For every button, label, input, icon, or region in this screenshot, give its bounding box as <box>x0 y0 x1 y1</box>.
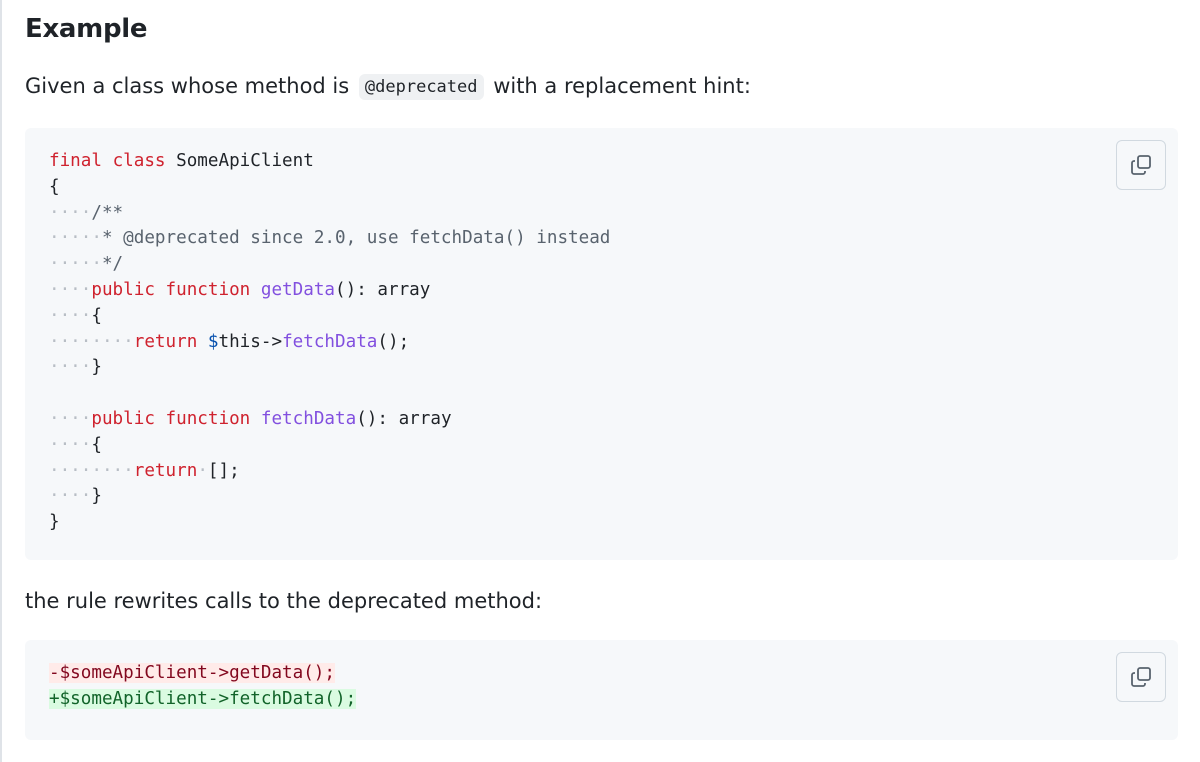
code-token: { <box>49 176 60 197</box>
intro-paragraph: Given a class whose method is @deprecate… <box>25 74 751 100</box>
code-line: ····public function getData(): array <box>49 278 610 304</box>
code-line: ····} <box>49 355 610 381</box>
code-token: +$someApiClient->fetchData(); <box>49 688 357 709</box>
code-line: ····/** <box>49 201 610 227</box>
code-token: (): array <box>356 408 452 429</box>
copy-code-button[interactable] <box>1116 140 1166 190</box>
code-token: ···· <box>49 486 92 507</box>
code-line: +$someApiClient->fetchData(); <box>49 687 357 713</box>
code-token: { <box>91 305 102 326</box>
diff-code-block: -$someApiClient->getData(); +$someApiClie… <box>25 640 1178 740</box>
code-token: fetchData <box>260 408 357 429</box>
code-line: { <box>49 175 610 201</box>
code-token: * @deprecated since 2.0, use fetchData()… <box>101 228 611 249</box>
code-token: []; <box>207 460 240 481</box>
code-line: ····} <box>49 484 610 510</box>
code-token: (): array <box>335 279 431 300</box>
code-line: ····{ <box>49 433 610 459</box>
code-token: ···· <box>49 434 92 455</box>
intro-text-after: with a replacement hint: <box>493 74 751 98</box>
code-token: class <box>112 151 166 171</box>
code-token: public <box>91 279 155 300</box>
class-code[interactable]: final class SomeApiClient{····/** ·····* … <box>49 149 610 536</box>
code-token: ········ <box>49 460 134 481</box>
copy-icon <box>1131 155 1151 175</box>
code-token: return <box>133 331 198 352</box>
code-line: ·····* @deprecated since 2.0, use fetchD… <box>49 226 610 252</box>
code-token: */ <box>101 254 124 275</box>
code-token: final <box>49 151 102 171</box>
code-token: } <box>91 357 102 378</box>
code-token: function <box>165 408 251 429</box>
code-token: return <box>133 460 198 481</box>
code-token: { <box>91 434 102 455</box>
code-token: SomeApiClient <box>165 151 314 171</box>
code-token: ····· <box>49 254 102 275</box>
code-token: $ <box>207 331 219 352</box>
outro-paragraph: the rule rewrites calls to the deprecate… <box>25 589 543 613</box>
code-token: function <box>165 279 251 300</box>
code-line: ········return $this->fetchData(); <box>49 330 610 356</box>
code-token: ···· <box>49 408 92 429</box>
copy-diff-button[interactable] <box>1116 652 1166 702</box>
code-token: ····· <box>49 228 102 249</box>
code-token: /** <box>91 202 124 223</box>
code-token: } <box>49 512 60 533</box>
code-line: ····public function fetchData(): array <box>49 407 610 433</box>
code-token: public <box>91 408 155 429</box>
code-token: ···· <box>49 305 92 326</box>
code-line: } <box>49 510 610 536</box>
left-border <box>0 0 2 762</box>
code-token: ···· <box>49 357 92 378</box>
code-token: · <box>197 460 208 481</box>
section-heading: Example <box>25 14 148 44</box>
code-line: -$someApiClient->getData(); <box>49 661 356 687</box>
code-line: final class SomeApiClient <box>49 149 610 175</box>
code-token: -$someApiClient->getData(); <box>49 663 335 683</box>
code-token: (); <box>377 331 410 352</box>
code-line: ····{ <box>49 304 610 330</box>
code-line: ········return·[]; <box>49 459 610 485</box>
copy-icon <box>1131 667 1151 687</box>
code-token: fetchData <box>282 331 378 352</box>
code-line: ·····*/ <box>49 252 610 278</box>
code-token: ···· <box>49 279 92 300</box>
code-token: } <box>91 486 102 507</box>
diff-code[interactable]: -$someApiClient->getData(); +$someApiClie… <box>49 661 357 713</box>
code-token: this-> <box>218 331 283 352</box>
code-token: getData <box>260 279 336 300</box>
inline-code-deprecated: @deprecated <box>358 74 484 100</box>
intro-text-before: Given a class whose method is <box>25 74 350 98</box>
code-token: ········ <box>49 331 134 352</box>
code-token: ···· <box>49 202 92 223</box>
class-code-block: final class SomeApiClient{····/** ·····* … <box>25 128 1178 560</box>
